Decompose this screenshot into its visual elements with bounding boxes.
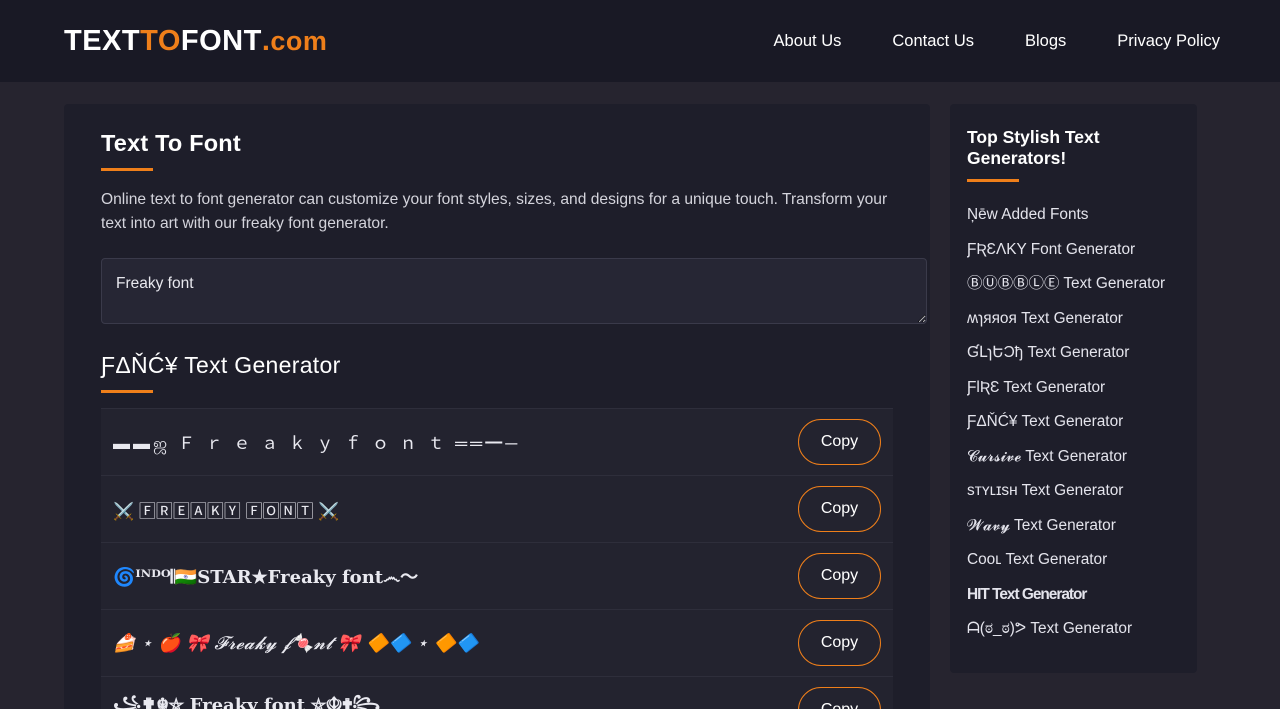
sidebar-item-new-added-fonts[interactable]: Ņēw Added Fonts — [967, 198, 1180, 233]
result-row: ▬▬ஜ Ｆ ｒ ｅ ａ ｋ ｙ ｆ ｏ ｎ ｔ ══━─ Copy — [101, 408, 893, 475]
sidebar-item-stylish-text-generator[interactable]: sᴛʏʟɪsʜ Text Generator — [967, 474, 1180, 509]
sidebar-item-ascii-text-generator[interactable]: ᗩ(ಠ_ಠ)ᕗ Text Generator — [967, 612, 1180, 647]
logo-com-part: com — [270, 25, 328, 56]
result-row: 🍰 ⋆ 🍎 🎀 𝓕𝓻𝓮𝓪𝓴𝔂 𝓯🍬𝓷𝓽 🎀 🔶🔷 ⋆ 🔶🔷 Copy — [101, 609, 893, 676]
page-content: Text To Font Online text to font generat… — [0, 82, 1280, 709]
copy-button[interactable]: Copy — [798, 419, 881, 465]
generator-underline — [101, 390, 153, 393]
main-navigation: About Us Contact Us Blogs Privacy Policy — [774, 32, 1220, 51]
sidebar-item-freaky-font-generator[interactable]: ƑƦƐΛKY Font Generator — [967, 233, 1180, 268]
result-row: ꧁✟☬⛥ Freaky font ⛥☬✟꧂ Copy — [101, 676, 893, 709]
result-text[interactable]: ꧁✟☬⛥ Freaky font ⛥☬✟꧂ — [113, 692, 798, 709]
sidebar-item-cool-text-generator[interactable]: Cᴏᴏʟ Text Generator — [967, 543, 1180, 578]
nav-link-contact-us[interactable]: Contact Us — [892, 32, 974, 51]
sidebar-item-fire-text-generator[interactable]: ƑƖƦƐ Text Generator — [967, 371, 1180, 406]
sidebar: Top Stylish Text Generators! Ņēw Added F… — [950, 104, 1197, 673]
sidebar-item-wavy-text-generator[interactable]: 𝓦𝓪𝓿𝔂 Text Generator — [967, 509, 1180, 544]
sidebar-item-hit-text-generator[interactable]: HIT Text Generator — [967, 578, 1180, 613]
result-row: 🌀ᴵᴺᴰᴼ𝄃🇮🇳STAR★Freaky font෴〜 Copy — [101, 542, 893, 609]
sidebar-item-cursive-text-generator[interactable]: 𝓒𝓾𝓻𝓼𝓲𝓿𝓮 Text Generator — [967, 440, 1180, 475]
result-text[interactable]: ⚔️ 🄵🅁🄴🄰🄺🅈 🄵🄾🄽🅃 ⚔️ — [113, 497, 798, 522]
sidebar-item-bubble-text-generator[interactable]: ⒷⓊⒷⒷⓁⒺ Text Generator — [967, 267, 1180, 302]
generator-title: ƑΔŇĆ¥ Text Generator — [101, 352, 341, 378]
result-text[interactable]: 🍰 ⋆ 🍎 🎀 𝓕𝓻𝓮𝓪𝓴𝔂 𝓯🍬𝓷𝓽 🎀 🔶🔷 ⋆ 🔶🔷 — [113, 633, 798, 654]
site-logo[interactable]: TEXT TO FONT. com — [64, 24, 328, 57]
results-list: ▬▬ஜ Ｆ ｒ ｅ ａ ｋ ｙ ｆ ｏ ｎ ｔ ══━─ Copy ⚔️ 🄵🅁🄴… — [101, 408, 893, 709]
logo-text-part: TEXT — [64, 24, 141, 57]
nav-link-about-us[interactable]: About Us — [774, 32, 842, 51]
page-description: Online text to font generator can custom… — [101, 191, 888, 232]
site-header: TEXT TO FONT. com About Us Contact Us Blogs… — [0, 0, 1280, 82]
nav-link-blogs[interactable]: Blogs — [1025, 32, 1066, 51]
copy-button[interactable]: Copy — [798, 486, 881, 532]
sidebar-underline — [967, 179, 1019, 182]
sidebar-title: Top Stylish Text Generators! — [967, 127, 1100, 168]
logo-dot: . — [261, 24, 271, 57]
result-text[interactable]: 🌀ᴵᴺᴰᴼ𝄃🇮🇳STAR★Freaky font෴〜 — [113, 563, 798, 589]
result-text[interactable]: ▬▬ஜ Ｆ ｒ ｅ ａ ｋ ｙ ｆ ｏ ｎ ｔ ══━─ — [113, 429, 798, 456]
sidebar-item-glitch-text-generator[interactable]: ƓԼɿԵƆђ Text Generator — [967, 336, 1180, 371]
sidebar-list: Ņēw Added Fonts ƑƦƐΛKY Font Generator ⒷⓊ… — [967, 198, 1180, 647]
text-to-font-card: Text To Font Online text to font generat… — [64, 104, 930, 709]
text-input[interactable] — [101, 258, 927, 324]
nav-link-privacy-policy[interactable]: Privacy Policy — [1117, 32, 1220, 51]
result-row: ⚔️ 🄵🅁🄴🄰🄺🅈 🄵🄾🄽🅃 ⚔️ Copy — [101, 475, 893, 542]
sidebar-item-mirror-text-generator[interactable]: ʍɿяяoя Text Generator — [967, 302, 1180, 337]
logo-to-part: TO — [140, 24, 181, 57]
sidebar-item-fancy-text-generator[interactable]: ƑΔŇĆ¥ Text Generator — [967, 405, 1180, 440]
copy-button[interactable]: Copy — [798, 553, 881, 599]
copy-button[interactable]: Copy — [798, 687, 881, 709]
copy-button[interactable]: Copy — [798, 620, 881, 666]
title-underline — [101, 168, 153, 171]
logo-font-part: FONT — [180, 24, 262, 57]
page-title: Text To Font — [101, 130, 241, 156]
